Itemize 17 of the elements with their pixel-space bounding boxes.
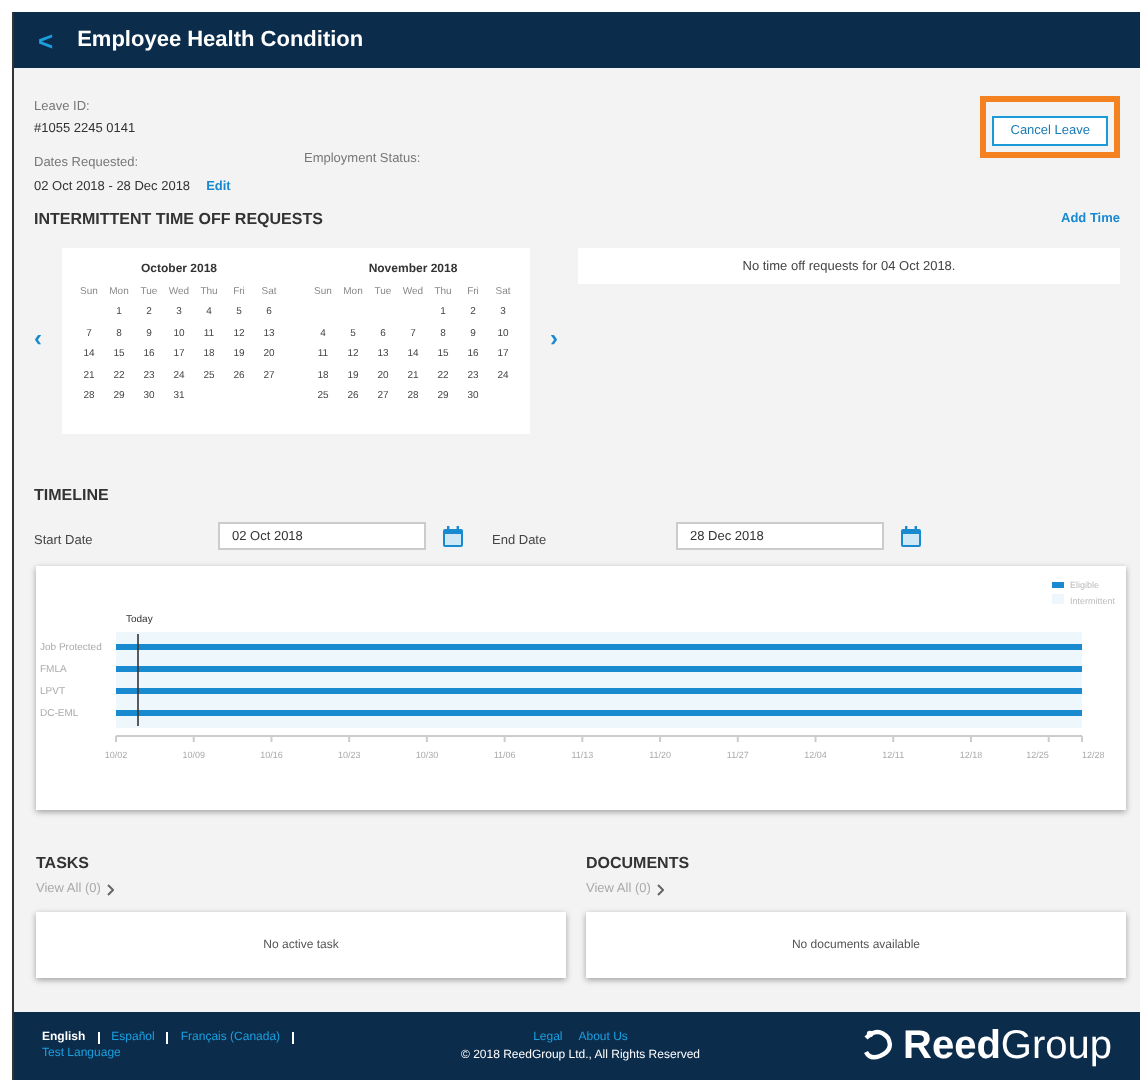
section-title: TIMELINE: [34, 486, 109, 504]
today-line: [137, 633, 139, 727]
legend-swatch-icon: [1052, 582, 1064, 588]
logo: ReedGroup: [903, 1023, 1112, 1069]
logo-icon: [859, 1028, 895, 1064]
back-button[interactable]: <: [38, 25, 54, 55]
page-title: Employee Health Condition: [77, 28, 364, 52]
chevron-right-icon: [656, 883, 665, 895]
separator-bar: [97, 1032, 100, 1044]
section-title: DOCUMENTS: [586, 854, 692, 872]
section-title: TASKS: [36, 854, 92, 872]
calendar-icon[interactable]: [900, 525, 922, 547]
separator-bar: [292, 1032, 295, 1044]
calendar-icon[interactable]: [442, 525, 464, 547]
separator-bar: [166, 1032, 169, 1044]
chevron-right-icon: [106, 883, 115, 895]
section-title: INTERMITTENT TIME OFF REQUESTS: [34, 210, 323, 228]
